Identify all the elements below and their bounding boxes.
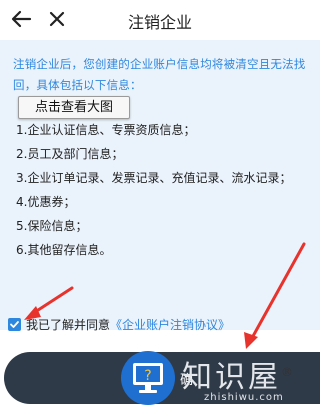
watermark-url: zhishiwu.com xyxy=(204,392,284,403)
help-monitor-icon: ? xyxy=(120,350,176,406)
watermark-word: 知识屋 xyxy=(182,360,281,395)
red-arrow-icon xyxy=(24,286,74,320)
svg-text:?: ? xyxy=(144,368,151,384)
watermark-text: 知识屋® xyxy=(182,352,296,396)
red-arrow-icon xyxy=(244,242,306,349)
annotation-arrows xyxy=(24,242,306,349)
registered-mark: ® xyxy=(281,365,296,379)
